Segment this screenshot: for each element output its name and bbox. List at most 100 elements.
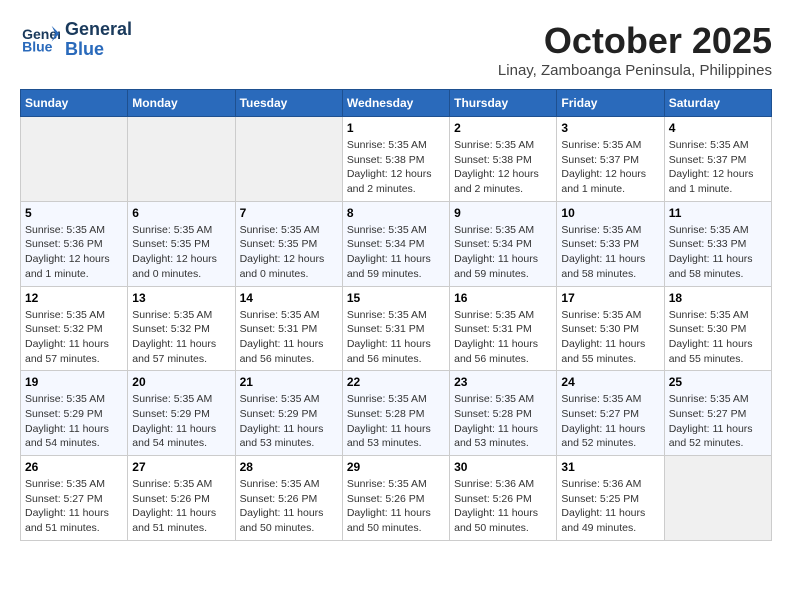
calendar-cell: 25Sunrise: 5:35 AM Sunset: 5:27 PM Dayli… (664, 371, 771, 456)
day-info: Sunrise: 5:35 AM Sunset: 5:27 PM Dayligh… (25, 477, 123, 536)
calendar-cell: 8 Sunrise: 5:35 AM Sunset: 5:34 PM Daylig… (342, 201, 449, 286)
day-number: 29 (347, 460, 445, 474)
day-number: 18 (669, 291, 767, 305)
calendar-cell (664, 456, 771, 541)
day-info: Sunrise: 5:35 AM Sunset: 5:33 PM Dayligh… (669, 223, 767, 282)
calendar-cell: 13 Sunrise: 5:35 AM Sunset: 5:32 PM Dayli… (128, 286, 235, 371)
weekday-header-row: SundayMondayTuesdayWednesdayThursdayFrid… (21, 90, 772, 117)
logo-text-line1: General (65, 20, 132, 40)
day-info: Sunrise: 5:35 AM Sunset: 5:29 PM Dayligh… (132, 392, 230, 451)
day-number: 7 (240, 206, 338, 220)
day-number: 17 (561, 291, 659, 305)
calendar-cell: 12Sunrise: 5:35 AM Sunset: 5:32 PM Dayli… (21, 286, 128, 371)
calendar-cell: 7 Sunrise: 5:35 AM Sunset: 5:35 PM Daylig… (235, 201, 342, 286)
title-block: October 2025 Linay, Zamboanga Peninsula,… (498, 20, 772, 79)
day-info: Sunrise: 5:36 AM Sunset: 5:25 PM Dayligh… (561, 477, 659, 536)
day-info: Sunrise: 5:35 AM Sunset: 5:29 PM Dayligh… (25, 392, 123, 451)
day-info: Sunrise: 5:35 AM Sunset: 5:37 PM Dayligh… (561, 138, 659, 197)
calendar-cell: 2Sunrise: 5:35 AM Sunset: 5:38 PM Daylig… (450, 117, 557, 202)
calendar-week-row: 12Sunrise: 5:35 AM Sunset: 5:32 PM Dayli… (21, 286, 772, 371)
day-number: 23 (454, 375, 552, 389)
calendar-cell: 9 Sunrise: 5:35 AM Sunset: 5:34 PM Daylig… (450, 201, 557, 286)
day-info: Sunrise: 5:35 AM Sunset: 5:33 PM Dayligh… (561, 223, 659, 282)
day-number: 15 (347, 291, 445, 305)
day-info: Sunrise: 5:35 AM Sunset: 5:27 PM Dayligh… (561, 392, 659, 451)
calendar-cell: 27 Sunrise: 5:35 AM Sunset: 5:26 PM Dayli… (128, 456, 235, 541)
day-number: 1 (347, 121, 445, 135)
day-number: 26 (25, 460, 123, 474)
calendar-cell (128, 117, 235, 202)
calendar-cell (21, 117, 128, 202)
calendar-cell: 17 Sunrise: 5:35 AM Sunset: 5:30 PM Dayli… (557, 286, 664, 371)
day-number: 9 (454, 206, 552, 220)
day-number: 11 (669, 206, 767, 220)
calendar-cell: 1 Sunrise: 5:35 AM Sunset: 5:38 PM Daylig… (342, 117, 449, 202)
page-header: General Blue General Blue October 2025 L… (20, 20, 772, 79)
calendar-cell: 19Sunrise: 5:35 AM Sunset: 5:29 PM Dayli… (21, 371, 128, 456)
logo-text-line2: Blue (65, 40, 132, 60)
day-number: 22 (347, 375, 445, 389)
day-info: Sunrise: 5:35 AM Sunset: 5:29 PM Dayligh… (240, 392, 338, 451)
day-info: Sunrise: 5:35 AM Sunset: 5:34 PM Dayligh… (454, 223, 552, 282)
location-title: Linay, Zamboanga Peninsula, Philippines (498, 62, 772, 79)
day-info: Sunrise: 5:35 AM Sunset: 5:36 PM Dayligh… (25, 223, 123, 282)
day-number: 28 (240, 460, 338, 474)
day-info: Sunrise: 5:35 AM Sunset: 5:31 PM Dayligh… (454, 308, 552, 367)
day-number: 21 (240, 375, 338, 389)
calendar-cell: 4Sunrise: 5:35 AM Sunset: 5:37 PM Daylig… (664, 117, 771, 202)
weekday-header-friday: Friday (557, 90, 664, 117)
calendar-cell: 23 Sunrise: 5:35 AM Sunset: 5:28 PM Dayli… (450, 371, 557, 456)
calendar-cell: 26 Sunrise: 5:35 AM Sunset: 5:27 PM Dayli… (21, 456, 128, 541)
calendar-cell: 21 Sunrise: 5:35 AM Sunset: 5:29 PM Dayli… (235, 371, 342, 456)
calendar-week-row: 26 Sunrise: 5:35 AM Sunset: 5:27 PM Dayli… (21, 456, 772, 541)
day-info: Sunrise: 5:35 AM Sunset: 5:26 PM Dayligh… (347, 477, 445, 536)
month-title: October 2025 (498, 20, 772, 62)
calendar-cell: 24 Sunrise: 5:35 AM Sunset: 5:27 PM Dayli… (557, 371, 664, 456)
day-info: Sunrise: 5:35 AM Sunset: 5:35 PM Dayligh… (240, 223, 338, 282)
day-number: 20 (132, 375, 230, 389)
svg-text:Blue: Blue (22, 39, 53, 55)
weekday-header-saturday: Saturday (664, 90, 771, 117)
day-info: Sunrise: 5:35 AM Sunset: 5:31 PM Dayligh… (240, 308, 338, 367)
day-number: 13 (132, 291, 230, 305)
calendar-cell (235, 117, 342, 202)
day-info: Sunrise: 5:35 AM Sunset: 5:26 PM Dayligh… (132, 477, 230, 536)
day-info: Sunrise: 5:35 AM Sunset: 5:30 PM Dayligh… (561, 308, 659, 367)
day-number: 6 (132, 206, 230, 220)
day-info: Sunrise: 5:36 AM Sunset: 5:26 PM Dayligh… (454, 477, 552, 536)
weekday-header-thursday: Thursday (450, 90, 557, 117)
day-info: Sunrise: 5:35 AM Sunset: 5:37 PM Dayligh… (669, 138, 767, 197)
day-info: Sunrise: 5:35 AM Sunset: 5:32 PM Dayligh… (25, 308, 123, 367)
logo-icon: General Blue (20, 22, 60, 57)
day-info: Sunrise: 5:35 AM Sunset: 5:38 PM Dayligh… (347, 138, 445, 197)
day-number: 16 (454, 291, 552, 305)
day-info: Sunrise: 5:35 AM Sunset: 5:28 PM Dayligh… (347, 392, 445, 451)
calendar-cell: 18Sunrise: 5:35 AM Sunset: 5:30 PM Dayli… (664, 286, 771, 371)
calendar-cell: 3 Sunrise: 5:35 AM Sunset: 5:37 PM Daylig… (557, 117, 664, 202)
weekday-header-sunday: Sunday (21, 90, 128, 117)
day-info: Sunrise: 5:35 AM Sunset: 5:27 PM Dayligh… (669, 392, 767, 451)
calendar-cell: 30Sunrise: 5:36 AM Sunset: 5:26 PM Dayli… (450, 456, 557, 541)
day-number: 8 (347, 206, 445, 220)
day-info: Sunrise: 5:35 AM Sunset: 5:28 PM Dayligh… (454, 392, 552, 451)
day-info: Sunrise: 5:35 AM Sunset: 5:32 PM Dayligh… (132, 308, 230, 367)
day-number: 5 (25, 206, 123, 220)
logo: General Blue General Blue (20, 20, 132, 60)
calendar-cell: 15 Sunrise: 5:35 AM Sunset: 5:31 PM Dayli… (342, 286, 449, 371)
calendar-week-row: 5 Sunrise: 5:35 AM Sunset: 5:36 PM Daylig… (21, 201, 772, 286)
calendar-cell: 11 Sunrise: 5:35 AM Sunset: 5:33 PM Dayli… (664, 201, 771, 286)
day-info: Sunrise: 5:35 AM Sunset: 5:34 PM Dayligh… (347, 223, 445, 282)
calendar-cell: 29 Sunrise: 5:35 AM Sunset: 5:26 PM Dayli… (342, 456, 449, 541)
calendar-cell: 31Sunrise: 5:36 AM Sunset: 5:25 PM Dayli… (557, 456, 664, 541)
calendar-cell: 28Sunrise: 5:35 AM Sunset: 5:26 PM Dayli… (235, 456, 342, 541)
day-number: 27 (132, 460, 230, 474)
day-number: 3 (561, 121, 659, 135)
calendar-cell: 16 Sunrise: 5:35 AM Sunset: 5:31 PM Dayli… (450, 286, 557, 371)
day-info: Sunrise: 5:35 AM Sunset: 5:31 PM Dayligh… (347, 308, 445, 367)
day-info: Sunrise: 5:35 AM Sunset: 5:38 PM Dayligh… (454, 138, 552, 197)
calendar-week-row: 1 Sunrise: 5:35 AM Sunset: 5:38 PM Daylig… (21, 117, 772, 202)
calendar-cell: 20 Sunrise: 5:35 AM Sunset: 5:29 PM Dayli… (128, 371, 235, 456)
calendar-cell: 14Sunrise: 5:35 AM Sunset: 5:31 PM Dayli… (235, 286, 342, 371)
day-number: 24 (561, 375, 659, 389)
calendar-cell: 6Sunrise: 5:35 AM Sunset: 5:35 PM Daylig… (128, 201, 235, 286)
